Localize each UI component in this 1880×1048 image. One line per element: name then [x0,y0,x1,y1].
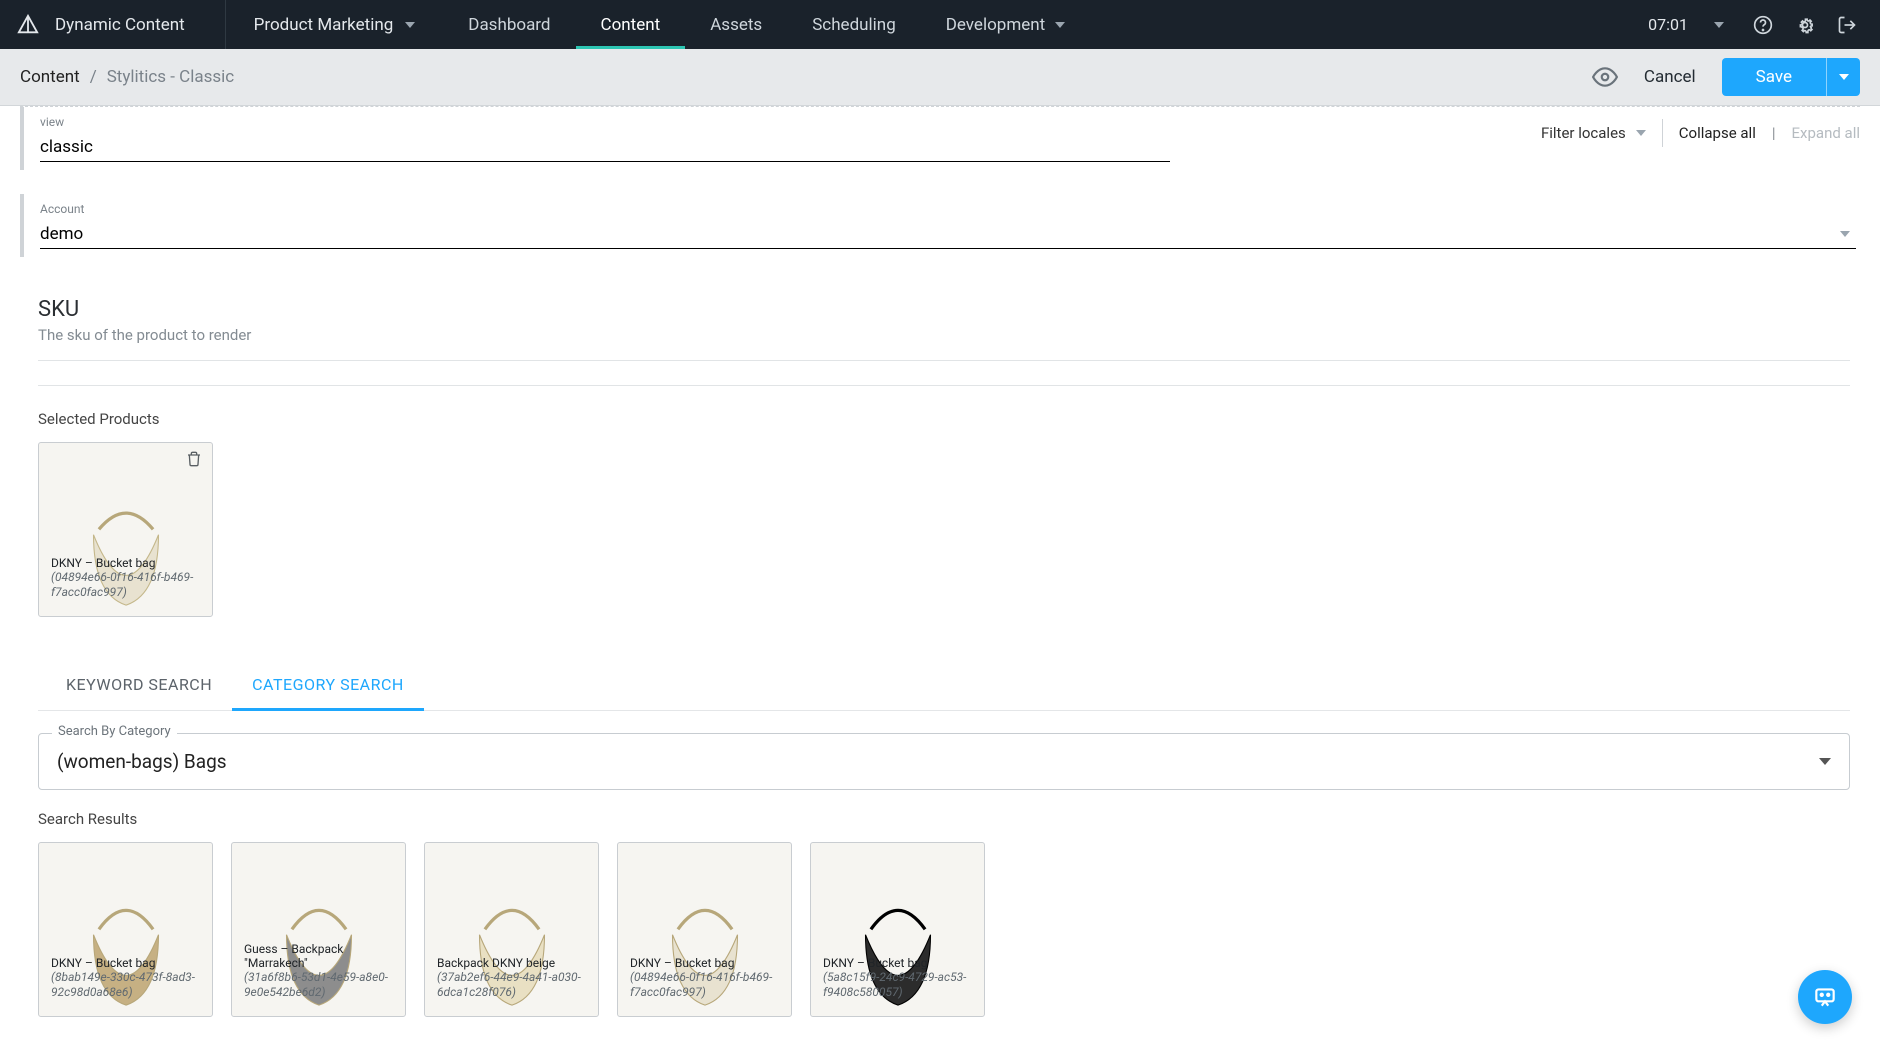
account-field-row: Account demo [20,194,1860,257]
tab-keyword-search[interactable]: Keyword Search [46,661,232,710]
chevron-down-icon [1055,22,1065,28]
app-logo [0,14,55,36]
product-id: (04894e66-0f16-416f-b469-f7acc0fac997) [51,570,201,600]
product-name: DKNY – Bucket bag [51,956,201,970]
chevron-down-icon [1839,74,1849,80]
product-id: (5a8c15f9-24c9-4729-ac53-f9408c580057) [823,970,973,1000]
nav-dashboard[interactable]: Dashboard [443,0,575,49]
tab-category-search[interactable]: Category Search [232,661,424,711]
chevron-down-icon [1714,22,1724,28]
selected-product-card[interactable]: DKNY – Bucket bag (04894e66-0f16-416f-b4… [38,442,213,617]
breadcrumb-leaf: Stylitics - Classic [107,67,235,87]
time-selector[interactable]: 07:01 [1648,15,1752,34]
breadcrumb-root[interactable]: Content [20,67,80,87]
result-card[interactable]: Guess – Backpack "Marrakech" (31a6f8b6-5… [231,842,406,1017]
page-content: view Filter locales Collapse all | Expan… [0,106,1880,1048]
nav-links: Dashboard Content Assets Scheduling Deve… [443,0,1090,49]
sku-desc: The sku of the product to render [38,326,1850,344]
category-value: (women-bags) Bags [57,750,1819,773]
pipe: | [1772,124,1776,142]
breadcrumb: Content / Stylitics - Classic [20,67,234,87]
product-id: (04894e66-0f16-416f-b469-f7acc0fac997) [630,970,780,1000]
sub-header: Content / Stylitics - Classic Cancel Sav… [0,49,1880,106]
sku-title: SKU [38,297,1850,322]
save-dropdown[interactable] [1826,58,1860,96]
preview-icon[interactable] [1592,64,1618,90]
search-results-label: Search Results [38,810,1850,828]
product-id: (31a6f8b6-53d1-4e59-a8e0-9e0e542be6d2) [244,970,394,1000]
product-id: (37ab2ef6-44e9-4a41-a030-6dca1c28f076) [437,970,587,1000]
chevron-down-icon [1840,231,1850,237]
nav-scheduling[interactable]: Scheduling [787,0,921,49]
category-legend: Search By Category [52,724,177,739]
nav-development-label: Development [946,15,1045,35]
divider [1662,119,1663,147]
chevron-down-icon [405,22,415,28]
sku-section: SKU The sku of the product to render Sel… [0,257,1880,1017]
brand-name: Dynamic Content [55,0,226,49]
product-name: Backpack DKNY beige [437,956,587,970]
top-nav: Dynamic Content Product Marketing Dashbo… [0,0,1880,49]
product-name: DKNY – Bucket bag [51,556,201,570]
collapse-all[interactable]: Collapse all [1679,124,1756,142]
view-input[interactable] [40,133,1170,162]
expand-all: Expand all [1792,124,1860,142]
result-card[interactable]: DKNY – Bucket bag (04894e66-0f16-416f-b4… [617,842,792,1017]
product-name: DKNY – Bucket bag [823,956,973,970]
result-card[interactable]: DKNY – Bucket bag (8bab149e-330c-473f-8a… [38,842,213,1017]
chevron-down-icon [1819,758,1831,765]
gear-icon[interactable] [1794,14,1816,36]
save-button[interactable]: Save [1722,58,1826,96]
view-field-row: view Filter locales Collapse all | Expan… [20,106,1860,170]
search-results-grid: DKNY – Bucket bag (8bab149e-330c-473f-8a… [38,842,1850,1017]
filter-locales[interactable]: Filter locales [1541,124,1646,142]
time-display: 07:01 [1648,15,1702,34]
filter-locales-label: Filter locales [1541,124,1626,142]
chat-button[interactable] [1798,970,1852,1024]
product-id: (8bab149e-330c-473f-8ad3-92c98d0a68e6) [51,970,201,1000]
help-icon[interactable] [1752,14,1774,36]
product-name: Guess – Backpack "Marrakech" [244,942,405,970]
hub-label: Product Marketing [254,15,394,35]
nav-assets[interactable]: Assets [685,0,787,49]
locales-bar: Filter locales Collapse all | Expand all [1541,119,1860,147]
nav-development[interactable]: Development [921,0,1090,49]
selected-products-label: Selected Products [38,410,1850,428]
logout-icon[interactable] [1836,14,1858,36]
product-name: DKNY – Bucket bag [630,956,780,970]
breadcrumb-sep: / [90,67,97,87]
trash-icon[interactable] [186,451,202,472]
result-card[interactable]: Backpack DKNY beige (37ab2ef6-44e9-4a41-… [424,842,599,1017]
account-select[interactable]: demo [40,220,1856,249]
chevron-down-icon [1636,130,1646,136]
account-value: demo [40,224,1840,244]
search-tabs: Keyword Search Category Search [38,661,1850,711]
cancel-button[interactable]: Cancel [1636,67,1704,87]
result-card[interactable]: DKNY – Bucket bag (5a8c15f9-24c9-4729-ac… [810,842,985,1017]
category-select[interactable]: (women-bags) Bags [38,733,1850,790]
account-label: Account [40,202,1860,216]
nav-content[interactable]: Content [576,0,686,49]
hub-selector[interactable]: Product Marketing [226,15,444,35]
category-select-wrap: Search By Category (women-bags) Bags [38,733,1850,790]
